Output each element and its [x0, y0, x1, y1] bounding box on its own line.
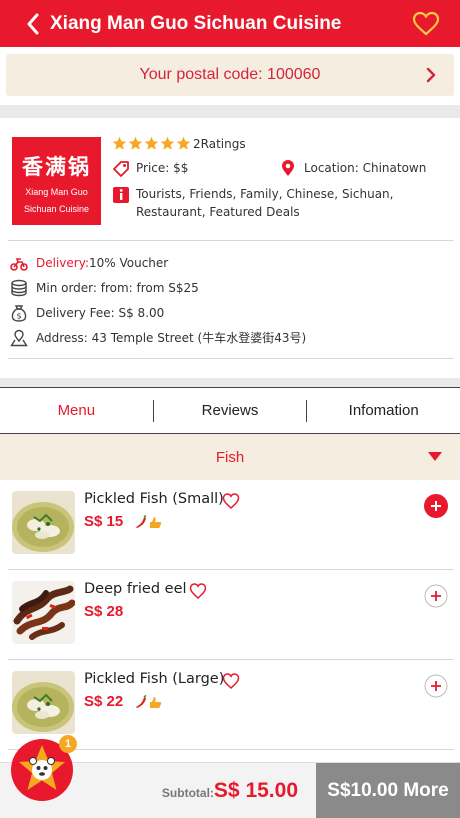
dish-name: Deep fried eel: [84, 581, 187, 597]
restaurant-logo: 香满锅 Xiang Man Guo Sichuan Cuisine: [12, 137, 101, 225]
location-pin-icon: [282, 160, 294, 176]
star-icon: [144, 136, 159, 150]
ratings-count: 2Ratings: [193, 136, 246, 151]
money-bag-icon: $: [11, 305, 27, 322]
address: Address: 43 Temple Street (牛车水登婆街43号): [36, 331, 307, 345]
back-button[interactable]: [16, 0, 50, 47]
subtotal-value: S$ 15.00: [213, 779, 298, 802]
dish-image: [12, 491, 75, 554]
restaurant-tags: Tourists, Friends, Family, Chinese, Sich…: [136, 187, 394, 219]
dish-image: [12, 671, 75, 734]
heart-outline-icon[interactable]: [222, 672, 240, 690]
star-icon: [128, 136, 143, 150]
section-divider: [0, 378, 460, 387]
top-bar: Xiang Man Guo Sichuan Cuisine: [0, 0, 460, 47]
restaurant-location: Location: Chinatown: [304, 161, 427, 175]
category-header-fish[interactable]: Fish: [0, 434, 460, 480]
logo-english-name-line1: Xiang Man Guo: [25, 187, 88, 197]
chevron-left-icon: [27, 13, 39, 34]
logo-english-name-line2: Sichuan Cuisine: [23, 204, 90, 214]
delivery-label: Delivery:: [36, 256, 89, 270]
add-item-icon[interactable]: [424, 584, 448, 608]
restaurant-page: Xiang Man Guo Sichuan Cuisine Your posta…: [0, 0, 460, 818]
info-divider: [8, 358, 454, 359]
delivery-info: Delivery:10% Voucher: [36, 254, 168, 272]
postal-code-label: Your postal code: 100060: [139, 66, 321, 83]
dish-price: S$ 22: [84, 693, 124, 710]
subtotal-label: Subtotal:: [161, 786, 214, 800]
logo-chinese-name: 香满锅: [22, 154, 91, 179]
star-icon: [176, 136, 191, 150]
dish-name: Pickled Fish (Large): [84, 671, 225, 687]
dish-image: [12, 581, 75, 644]
heart-outline-icon[interactable]: [222, 492, 240, 510]
coins-icon: [11, 279, 27, 297]
star-icon: [112, 136, 127, 150]
delivery-value: 10% Voucher: [88, 256, 169, 270]
min-order: Min order: from: from S$25: [36, 281, 199, 295]
add-item-filled-icon[interactable]: [424, 494, 448, 518]
restaurant-info: 香满锅 Xiang Man Guo Sichuan Cuisine 2Ratin…: [0, 118, 460, 378]
tab-information[interactable]: Infomation: [307, 402, 460, 419]
pickled-fish-photo: [12, 491, 75, 554]
tab-menu[interactable]: Menu: [0, 402, 153, 419]
postal-code-button[interactable]: Your postal code: 100060: [6, 54, 454, 96]
chevron-right-icon: [426, 67, 436, 83]
deep-fried-eel-photo: [12, 581, 75, 644]
section-divider: [0, 105, 460, 118]
map-pin-icon: [10, 329, 28, 347]
dish-name: Pickled Fish (Small): [84, 491, 224, 507]
delivery-fee: Delivery Fee: S$ 8.00: [36, 306, 165, 320]
svg-text:$: $: [16, 312, 21, 321]
tab-reviews[interactable]: Reviews: [154, 402, 307, 419]
page-title: Xiang Man Guo Sichuan Cuisine: [50, 12, 342, 34]
info-icon: [113, 187, 129, 203]
rating-stars: 2Ratings: [112, 136, 246, 151]
heart-outline-icon[interactable]: [189, 582, 207, 600]
subtotal: Subtotal: S$ 15.00: [162, 779, 298, 803]
dish-price: S$ 15: [84, 513, 124, 530]
cart-count-badge: 1: [59, 735, 77, 753]
dish-price: S$ 28: [84, 603, 124, 620]
price-level: Price: $$: [136, 161, 189, 175]
minimum-more-button[interactable]: S$10.00 More: [316, 763, 460, 818]
add-item-icon[interactable]: [424, 674, 448, 698]
price-tag-icon: [113, 161, 129, 177]
star-icon: [160, 136, 175, 150]
spicy-recommended-icon: [136, 515, 162, 528]
info-divider: [8, 240, 454, 241]
category-label: Fish: [215, 448, 245, 466]
delivery-bike-icon: [10, 258, 28, 271]
menu-item[interactable]: Pickled Fish (Small) S$ 15: [0, 480, 460, 570]
tab-bar: Menu Reviews Infomation: [0, 387, 460, 434]
caret-down-icon: [428, 452, 442, 461]
favorite-heart-icon[interactable]: [412, 10, 440, 38]
menu-item[interactable]: Deep fried eel S$ 28: [0, 570, 460, 660]
pickled-fish-photo: [12, 671, 75, 734]
spicy-recommended-icon: [136, 695, 162, 708]
postal-section: Your postal code: 100060: [0, 47, 460, 105]
